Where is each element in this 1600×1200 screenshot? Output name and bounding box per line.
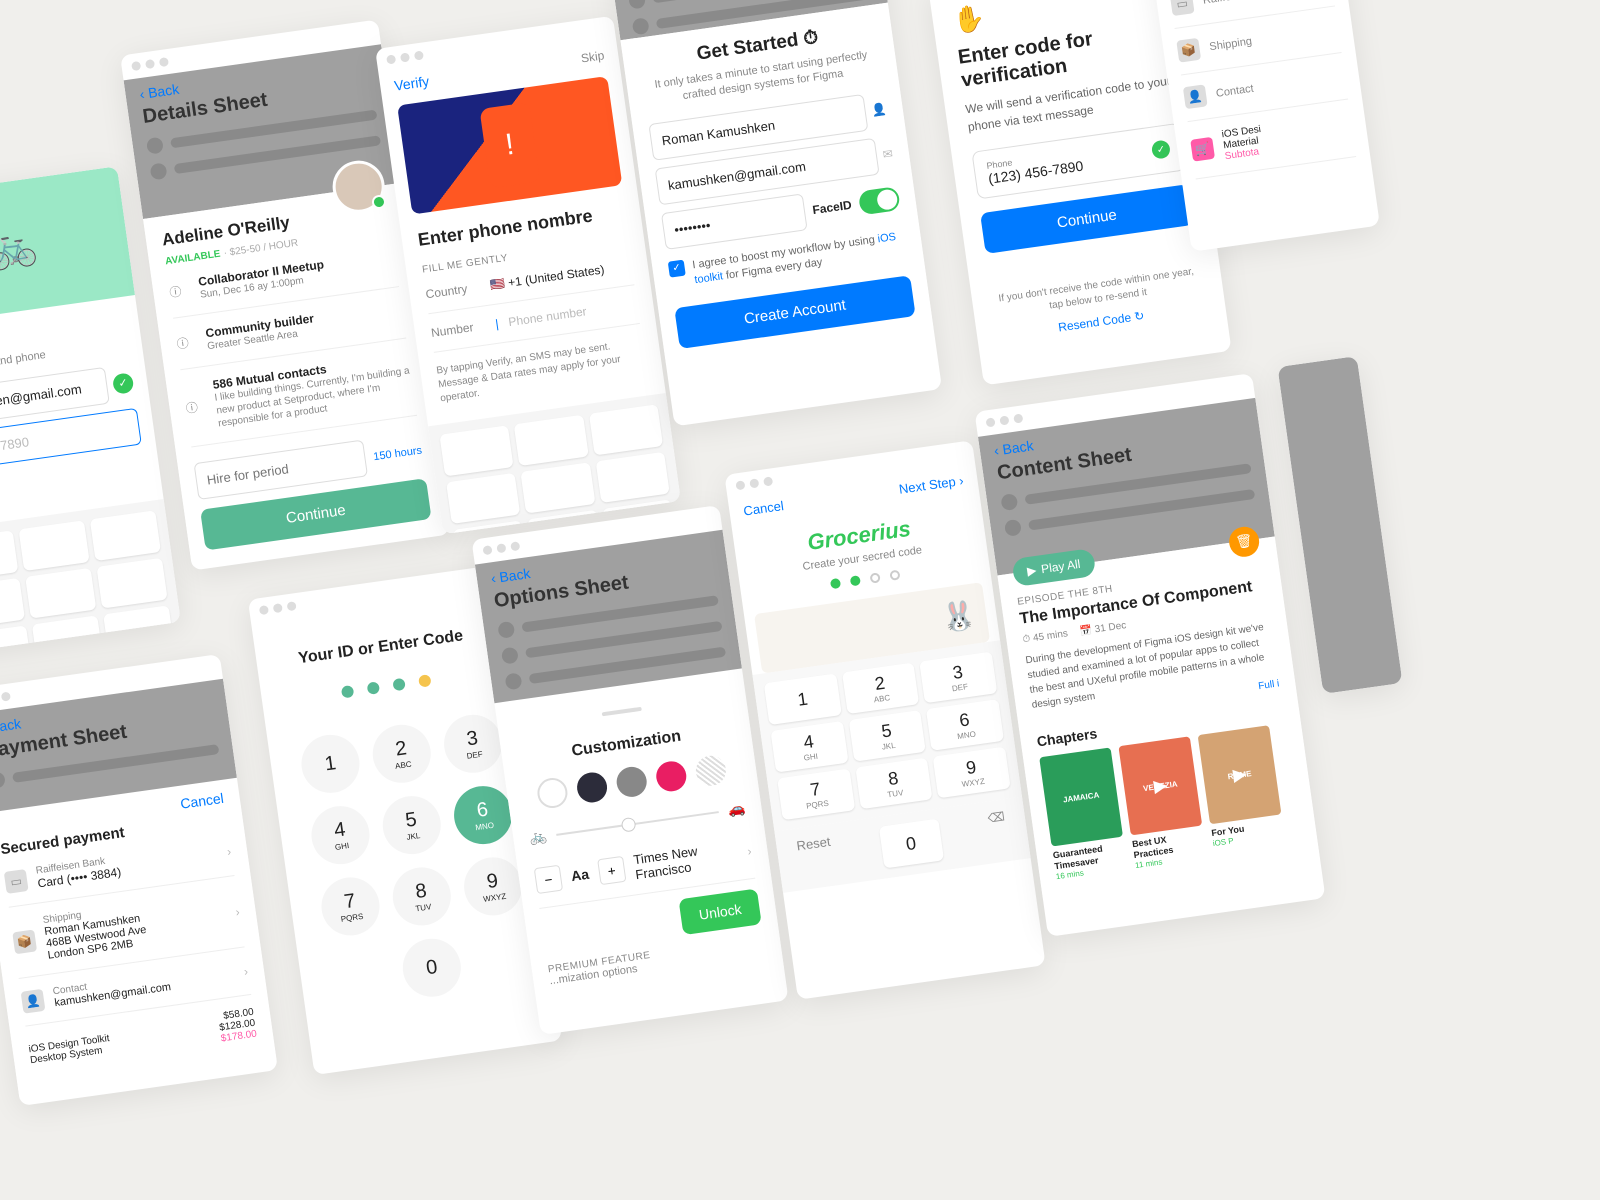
country-value[interactable]: 🇺🇸 +1 (United States) (489, 262, 605, 292)
pkey[interactable] (446, 473, 520, 524)
pkey[interactable] (453, 520, 527, 534)
register-link[interactable]: Register (0, 462, 146, 505)
chapter-card[interactable]: ROME▶For YouiOS P (1198, 725, 1287, 858)
pin-dot (341, 685, 355, 699)
pkey[interactable] (595, 452, 670, 503)
key-9[interactable] (103, 605, 174, 653)
faceid-toggle[interactable] (858, 186, 901, 215)
key-4[interactable] (0, 578, 25, 629)
chapter-card[interactable]: JAMAICAGuaranteed Timesaver16 mins (1039, 747, 1128, 880)
pin-key-5[interactable]: 5JKL (379, 792, 445, 858)
key-2[interactable] (18, 520, 89, 571)
cancel-link[interactable]: Cancel (743, 498, 785, 518)
pin-key-7[interactable]: 7PQRS (318, 874, 384, 940)
bank-text: Raiffeisen Bank (1202, 0, 1280, 7)
pin-key-4[interactable]: 4GHI (308, 802, 374, 868)
mail-icon: ✉ (880, 135, 895, 173)
pin-dot (392, 678, 406, 692)
reset-link[interactable]: Reset (796, 834, 835, 880)
key-8[interactable] (32, 615, 103, 653)
key-1[interactable] (0, 530, 18, 581)
check-icon: ✓ (1151, 139, 1171, 159)
number-placeholder[interactable]: Phone number (508, 304, 588, 329)
chevron-right-icon[interactable]: › (226, 844, 232, 858)
payment-card: ‹ Back Payment Sheet Cancel Secured paym… (0, 654, 278, 1106)
box-icon: 📦 (12, 929, 37, 954)
chevron-right-icon[interactable]: › (235, 904, 241, 918)
pin-dot (418, 674, 432, 688)
faceid-label: FaceID (812, 198, 853, 217)
drag-handle[interactable] (602, 707, 642, 717)
code-dot (869, 572, 880, 583)
color-gray[interactable] (615, 765, 649, 799)
pkey[interactable] (589, 404, 664, 455)
pin-dot (367, 681, 381, 695)
cart-icon: 🛒 (1190, 136, 1215, 161)
pin-key-1[interactable]: 1 (298, 731, 364, 797)
pkey[interactable] (439, 425, 513, 476)
date: 31 Dec (1094, 620, 1127, 635)
grocer-key-9[interactable]: 9WXYZ (933, 747, 1011, 799)
code-dot (889, 570, 900, 581)
next-step-link[interactable]: Next Step › (898, 473, 964, 497)
phone-field[interactable]: 123 45 67890 (0, 408, 142, 473)
pin-key-2[interactable]: 2ABC (369, 721, 435, 787)
code-dot (830, 578, 841, 589)
color-white[interactable] (536, 776, 570, 810)
phone-illustration: ! (397, 76, 622, 214)
grocer-key-3[interactable]: 3DEF (920, 652, 998, 704)
partial-card (1277, 356, 1402, 694)
key-5[interactable] (25, 568, 96, 619)
number-label: Number (430, 318, 486, 340)
key-3[interactable] (90, 510, 161, 561)
hours-text: 150 hours (371, 432, 425, 475)
contact-icon: 👤 (1183, 84, 1208, 109)
pin-key-8[interactable]: 8TUV (389, 864, 455, 930)
color-pink[interactable] (654, 759, 688, 793)
backspace-icon[interactable]: ⌫ (987, 809, 1010, 853)
box-icon: 📦 (1176, 38, 1201, 63)
key-7[interactable] (0, 625, 32, 653)
contact-text: Contact (1215, 83, 1254, 100)
grocer-key-2[interactable]: 2ABC (842, 662, 920, 714)
duration: 45 mins (1032, 628, 1068, 644)
grocer-key-8[interactable]: 8TUV (855, 758, 933, 810)
contact-icon: 👤 (21, 988, 46, 1013)
grocer-key-1[interactable]: 1 (764, 673, 842, 725)
color-dark[interactable] (575, 771, 609, 805)
country-label: Country (425, 280, 481, 302)
phone-placeholder: 3 45 67890 (0, 434, 30, 458)
aa-text: Aa (570, 866, 590, 884)
verify-link[interactable]: Verify (393, 73, 430, 94)
backspace-icon[interactable]: ⌫ (110, 653, 181, 654)
minus-button[interactable]: − (534, 865, 563, 894)
plus-button[interactable]: + (597, 856, 626, 885)
key-6[interactable] (96, 558, 167, 609)
bank-icon: ▭ (1170, 0, 1195, 16)
chevron-right-icon[interactable]: › (243, 964, 249, 978)
continue-button[interactable]: Continue (980, 184, 1194, 254)
color-pattern[interactable] (694, 754, 728, 788)
grocer-key-6[interactable]: 6MNO (926, 699, 1004, 751)
bike-icon: 🚲 (528, 827, 548, 846)
pin-key-0[interactable]: 0 (399, 935, 465, 1001)
check-icon: ✓ (112, 372, 135, 395)
grocer-key-4[interactable]: 4GHI (770, 721, 848, 773)
car-icon: 🚗 (727, 799, 747, 818)
user-icon: 👤 (869, 91, 889, 130)
chevron-right-icon: › (747, 844, 753, 858)
skip-link[interactable]: Skip (580, 48, 605, 67)
grocer-key-7[interactable]: 7PQRS (777, 768, 855, 820)
grocer-key-5[interactable]: 5JKL (848, 710, 926, 762)
pkey[interactable] (521, 462, 595, 513)
bank-icon: ▭ (4, 869, 29, 894)
pkey[interactable] (514, 415, 588, 466)
agree-checkbox[interactable]: ✓ (668, 259, 686, 277)
code-dot (850, 575, 861, 586)
ship-text: Shipping (1209, 35, 1253, 53)
font-text[interactable]: Times New Francisco (632, 838, 739, 882)
chapter-card[interactable]: VENEZIA▶Best UX Practices11 mins (1118, 736, 1207, 869)
unlock-button[interactable]: Unlock (679, 889, 762, 936)
